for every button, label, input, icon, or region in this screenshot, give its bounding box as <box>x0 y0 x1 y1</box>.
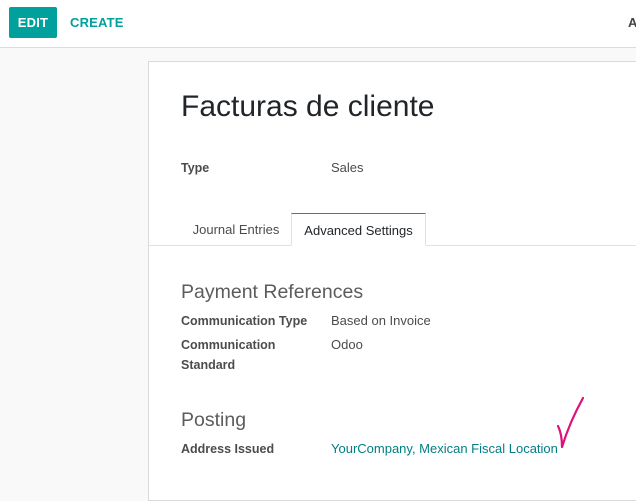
checkmark-icon <box>556 396 585 449</box>
page-title: Facturas de cliente <box>181 90 435 123</box>
control-panel: EDIT CREATE A <box>0 0 636 48</box>
address-issued-link[interactable]: YourCompany, Mexican Fiscal Location <box>331 439 558 459</box>
create-button[interactable]: CREATE <box>64 7 130 38</box>
type-label: Type <box>181 161 210 175</box>
type-value: Sales <box>331 160 364 175</box>
communication-type-value[interactable]: Based on Invoice <box>331 311 431 331</box>
section-payment-references: Payment References <box>181 281 364 303</box>
section-posting: Posting <box>181 409 247 431</box>
edit-button[interactable]: EDIT <box>9 7 57 38</box>
tab-journal-entries[interactable]: Journal Entries <box>181 213 291 246</box>
communication-standard-label: Communication <box>181 338 276 352</box>
tab-advanced-settings[interactable]: Advanced Settings <box>291 213 426 246</box>
truncated-toolbar-text[interactable]: A <box>628 15 636 30</box>
address-issued-label: Address Issued <box>181 442 275 456</box>
communication-standard-value[interactable]: Odoo <box>331 335 363 355</box>
communication-standard-label-line2: Standard <box>181 358 236 372</box>
communication-type-label: Communication Type <box>181 314 308 328</box>
